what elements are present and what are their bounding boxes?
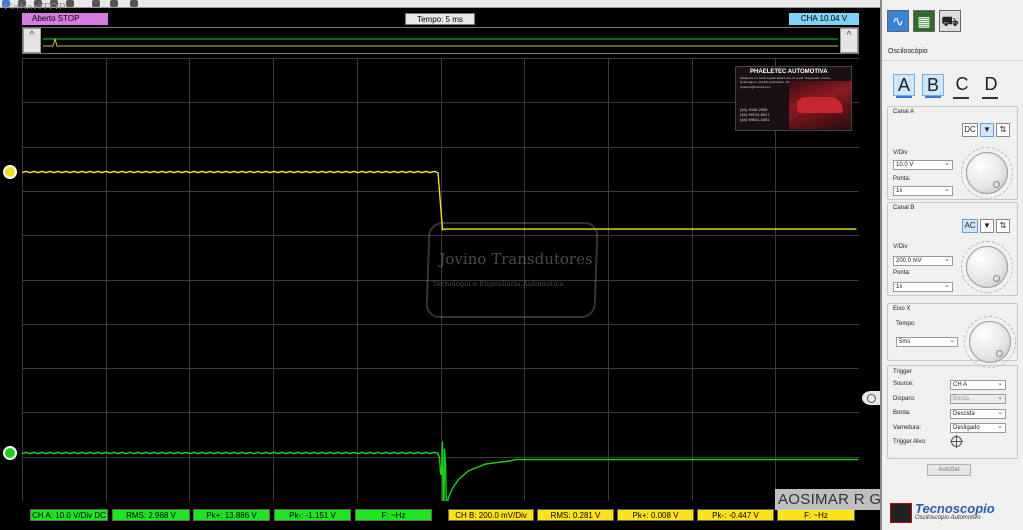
- channel-a-group: Canal A DC ▼ ⇅ V/Div 10.0 V Ponta: 1x: [887, 106, 1018, 200]
- panel-title: Osciloscópio: [888, 48, 928, 55]
- overview-trace-a: [43, 38, 838, 47]
- trigger-level-marker[interactable]: [862, 391, 880, 405]
- oscilloscope-app: GabariTOP Fm Aberto STOP Tempo: 5 ms CHA…: [0, 0, 1023, 530]
- chb-rms-measure: RMS: 0.281 V: [537, 509, 614, 521]
- brand-subtitle: Osciloscópio Automotivo: [915, 515, 981, 521]
- channel-a-button[interactable]: A: [893, 74, 915, 98]
- car-image: [789, 81, 851, 129]
- channel-b-title: Canal B: [893, 205, 915, 211]
- channel-b-button[interactable]: B: [922, 74, 944, 98]
- trigger-borda-select[interactable]: Descida: [950, 409, 1006, 419]
- autoset-button[interactable]: AutoSet: [927, 464, 971, 476]
- channel-a-invert-icon[interactable]: ⇅: [996, 123, 1010, 137]
- trigger-source-label: Source:: [893, 381, 914, 387]
- overview-strip[interactable]: ^ ^: [22, 27, 859, 54]
- stop-icon[interactable]: [66, 0, 74, 7]
- channel-d-label: D: [984, 74, 998, 94]
- overview-scroll-left-button[interactable]: ^: [23, 28, 41, 53]
- cha-vdiv-measure: CH A: 10.0 V/Div DC: [30, 509, 108, 521]
- panel-tabs: ∿ ▦ ⛟: [882, 10, 1023, 38]
- channel-a-title: Canal A: [893, 109, 915, 115]
- car-icon: ⛟: [941, 13, 959, 29]
- tempo-knob[interactable]: [969, 321, 1011, 363]
- channel-a-filter-icon[interactable]: ▼: [980, 123, 994, 137]
- channel-a-trace: [22, 170, 857, 231]
- overview-trace: [43, 38, 838, 47]
- trigger-borda-label: Borda:: [893, 410, 911, 416]
- channel-a-vdiv-label: V/Div: [893, 150, 908, 156]
- timebase-readout: Tempo: 5 ms: [405, 13, 475, 25]
- cha-freq-measure: F: ~Hz: [355, 509, 432, 521]
- trigger-title: Trigger: [893, 369, 912, 375]
- channel-a-offset-marker[interactable]: [3, 165, 17, 179]
- watermark-title: Jovino Transdutores: [439, 250, 594, 268]
- vehicle-tab[interactable]: ⛟: [939, 10, 961, 32]
- channel-b-vdiv-knob[interactable]: [966, 246, 1008, 288]
- ad-phone: (44) 99641-0261: [740, 117, 770, 122]
- channel-b-coupling-button[interactable]: AC: [962, 219, 978, 233]
- overview-scroll-right-button[interactable]: ^: [840, 28, 858, 53]
- cha-pkneg-measure: Pk-: -1.151 V: [274, 509, 351, 521]
- waveform-icon: ∿: [892, 13, 904, 29]
- cha-pkpos-measure: Pk+: 13.886 V: [193, 509, 270, 521]
- chb-vdiv-measure: CH B: 200.0 mV/Div AC: [448, 509, 534, 530]
- control-panel: ∿ ▦ ⛟ Osciloscópio A B C D Canal A DC ▼ …: [880, 0, 1023, 530]
- channel-a-vdiv-knob[interactable]: [966, 152, 1008, 194]
- channel-b-vdiv-select[interactable]: 200.0 mV: [893, 256, 953, 266]
- watermark-subtitle: Tecnologia e Engenharia Automotiva: [432, 280, 564, 288]
- brand-icon: [890, 503, 912, 523]
- channel-b-vdiv-label: V/Div: [893, 244, 908, 250]
- channel-b-offset-marker[interactable]: [3, 446, 17, 460]
- channel-a-vdiv-select[interactable]: 10.0 V: [893, 160, 953, 170]
- help-icon[interactable]: [110, 0, 118, 7]
- ad-brand: PHAELETEC AUTOMOTIVA: [750, 69, 828, 75]
- oscilloscope-tab[interactable]: ∿: [887, 10, 909, 32]
- trigger-varredura-label: Varredura:: [893, 425, 921, 431]
- cha-voltage-readout: CHA 10.04 V: [789, 13, 859, 25]
- channel-a-label: A: [897, 75, 910, 95]
- toolbar: [0, 0, 880, 8]
- chb-freq-measure: F: ~Hz: [777, 509, 855, 521]
- acquisition-status-badge[interactable]: Aberto STOP: [22, 13, 108, 25]
- channel-b-ponta-label: Ponta:: [893, 270, 911, 276]
- channel-d-button[interactable]: D: [980, 74, 1002, 99]
- sponsor-ad: PHAELETEC AUTOMOTIVA Mecânica em Geral I…: [735, 66, 852, 131]
- channel-c-label: C: [955, 74, 969, 94]
- brand-logo: Tecnoscopio Osciloscópio Automotivo: [887, 498, 1022, 526]
- ad-phones: (44) 3030-2530 (44) 99720-8917 (44) 9964…: [740, 107, 770, 122]
- settings-icon[interactable]: [92, 0, 100, 7]
- channel-b-group: Canal B AC ▼ ⇅ V/Div 200.0 mV Ponta: 1x: [887, 202, 1018, 296]
- x-axis-group: Eixo X Tempo: 5ms: [887, 303, 1018, 368]
- channel-b-filter-icon[interactable]: ▼: [980, 219, 994, 233]
- info-icon[interactable]: [130, 0, 138, 7]
- channel-b-invert-icon[interactable]: ⇅: [996, 219, 1010, 233]
- measurement-bar: CH A: 10.0 V/Div DC RMS: 2.968 V Pk+: 13…: [0, 503, 880, 530]
- crosshair-icon[interactable]: [950, 435, 963, 448]
- channel-b-trace: [22, 441, 859, 501]
- channel-c-button[interactable]: C: [951, 74, 973, 99]
- trigger-disparo-label: Disparo:: [893, 396, 916, 402]
- channel-a-ponta-select[interactable]: 1x: [893, 186, 953, 196]
- brand-name: Tecnoscopio: [915, 501, 995, 516]
- trigger-disparo-select[interactable]: Borda: [950, 394, 1006, 404]
- tempo-label: Tempo:: [896, 321, 916, 327]
- x-axis-title: Eixo X: [893, 306, 911, 312]
- trigger-source-select[interactable]: CH A: [950, 380, 1006, 390]
- status-bar: Aberto STOP Tempo: 5 ms CHA 10.04 V: [0, 9, 880, 27]
- channel-a-ponta-label: Ponta:: [893, 176, 911, 182]
- cha-rms-measure: RMS: 2.968 V: [112, 509, 190, 521]
- channel-b-ponta-select[interactable]: 1x: [893, 282, 953, 292]
- tempo-select[interactable]: 5ms: [896, 337, 958, 347]
- left-rail: [0, 54, 22, 503]
- chb-pkpos-measure: Pk+: 0.008 V: [617, 509, 694, 521]
- meter-icon: ▦: [917, 13, 931, 29]
- chb-pkneg-measure: Pk-: -0.447 V: [697, 509, 774, 521]
- trigger-alvo-label: Trigger Alvo:: [893, 439, 927, 445]
- meter-tab[interactable]: ▦: [913, 10, 935, 32]
- channel-a-coupling-button[interactable]: DC: [962, 123, 978, 137]
- channel-b-label: B: [926, 75, 939, 95]
- trigger-varredura-select[interactable]: Desligado: [950, 423, 1006, 433]
- center-watermark: Jovino Transdutores Tecnologia e Engenha…: [425, 222, 599, 318]
